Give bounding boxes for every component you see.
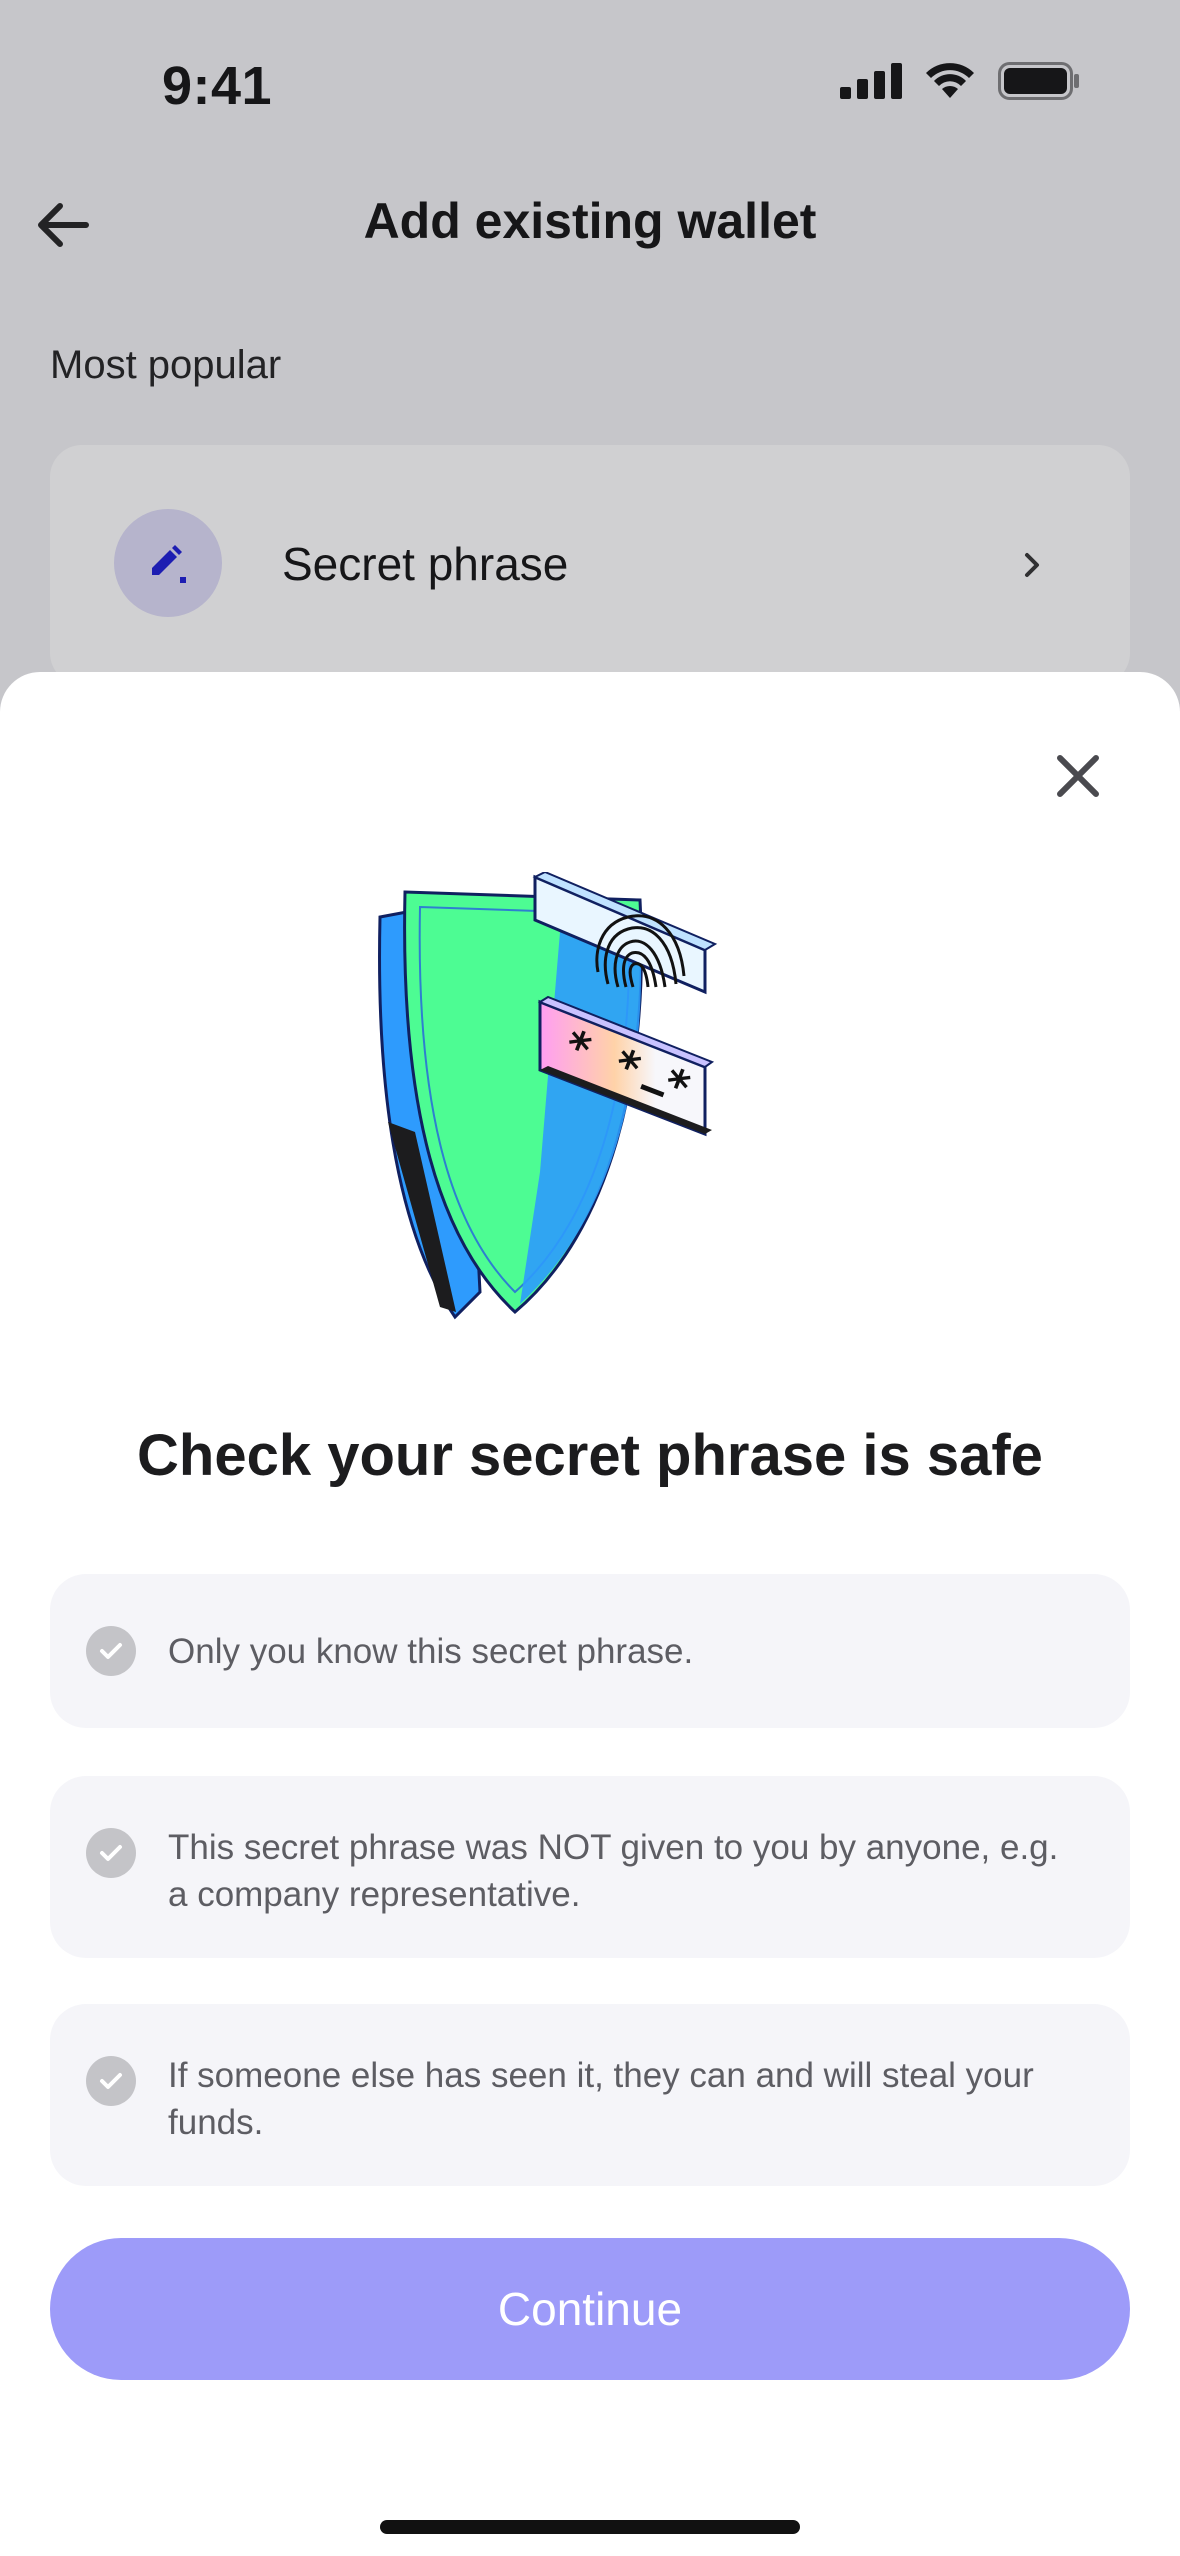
checkmark-icon: [86, 1828, 136, 1878]
close-icon: [1057, 755, 1099, 797]
checklist-text: This secret phrase was NOT given to you …: [168, 1828, 1059, 1914]
checklist-item: Only you know this secret phrase.: [50, 1574, 1130, 1728]
checklist-item: This secret phrase was NOT given to you …: [50, 1776, 1130, 1958]
close-button[interactable]: [1046, 744, 1110, 808]
checklist-text: Only you know this secret phrase.: [168, 1632, 694, 1671]
checkmark-icon: [86, 2056, 136, 2106]
bottom-sheet: * * * Check your secret phrase is safe O…: [0, 672, 1180, 2556]
checkmark-icon: [86, 1626, 136, 1676]
home-indicator[interactable]: [380, 2520, 800, 2534]
checklist-text: If someone else has seen it, they can an…: [168, 2056, 1034, 2142]
shield-illustration: * * *: [378, 872, 718, 1320]
continue-button[interactable]: Continue: [50, 2238, 1130, 2380]
sheet-title: Check your secret phrase is safe: [137, 1423, 1043, 1488]
checklist-item: If someone else has seen it, they can an…: [50, 2004, 1130, 2186]
